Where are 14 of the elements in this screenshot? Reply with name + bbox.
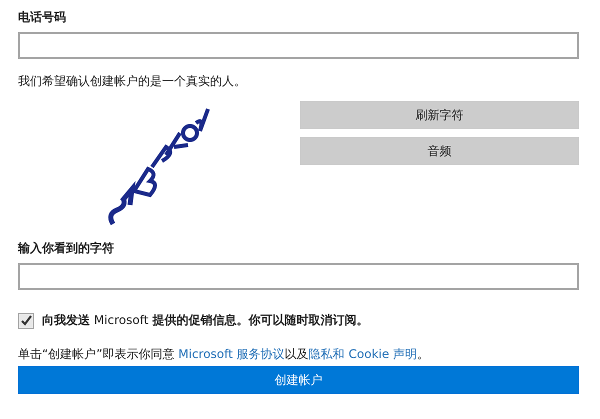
agreement-text: 单击“创建帐户”即表示你同意 Microsoft 服务协议以及隐私和 Cookie 声明。 bbox=[18, 346, 430, 362]
policy-link[interactable]: Microsoft 服务协议 bbox=[178, 347, 285, 361]
policy-link[interactable]: 隐私和 Cookie 声明 bbox=[308, 347, 418, 361]
refresh-button[interactable]: 刷新字符 bbox=[300, 101, 579, 129]
create-account-button[interactable]: 创建帐户 bbox=[18, 366, 579, 394]
audio-button[interactable]: 音频 bbox=[300, 137, 579, 165]
captcha-field[interactable] bbox=[18, 263, 579, 290]
checkbox[interactable] bbox=[18, 312, 34, 328]
field-label: 输入你看到的字符 bbox=[18, 240, 115, 257]
checkmark-icon bbox=[20, 314, 32, 326]
field-label: 电话号码 bbox=[18, 9, 67, 26]
captcha-intro: 我们希望确认创建帐户的是一个真实的人。 bbox=[18, 73, 247, 89]
phone-field[interactable] bbox=[18, 32, 579, 59]
checkbox-label: 向我发送 Microsoft 提供的促销信息。你可以随时取消订阅。 bbox=[42, 312, 368, 329]
